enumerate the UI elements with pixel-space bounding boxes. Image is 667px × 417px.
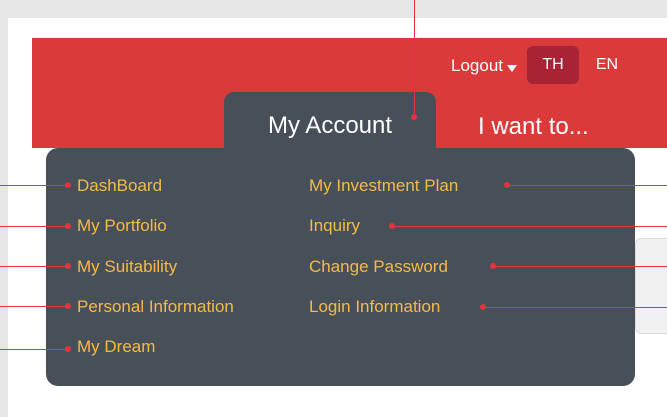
menu-item-personal-information[interactable]: Personal Information bbox=[77, 297, 234, 317]
menu-item-my-dream[interactable]: My Dream bbox=[77, 337, 155, 357]
annotation-line-personal-information bbox=[0, 306, 68, 307]
tab-my-account[interactable]: My Account bbox=[224, 92, 436, 156]
annotation-line-my-account bbox=[414, 0, 415, 117]
annotation-line-my-portfolio bbox=[0, 226, 68, 227]
menu-item-change-password[interactable]: Change Password bbox=[309, 257, 448, 277]
annotation-line-my-suitability bbox=[0, 266, 68, 267]
annotation-dot-personal-information bbox=[65, 303, 71, 309]
annotation-dot-my-account bbox=[411, 114, 417, 120]
background-content-box bbox=[635, 238, 667, 334]
menu-item-dashboard[interactable]: DashBoard bbox=[77, 176, 162, 196]
annotation-dot-my-suitability bbox=[65, 263, 71, 269]
menu-item-my-portfolio[interactable]: My Portfolio bbox=[77, 216, 167, 236]
annotation-dot-my-portfolio bbox=[65, 223, 71, 229]
logout-button[interactable]: Logout bbox=[451, 56, 517, 76]
tab-my-account-label: My Account bbox=[267, 112, 393, 139]
annotation-line-change-password bbox=[493, 266, 667, 267]
annotation-line-dashboard bbox=[0, 185, 68, 186]
annotation-line-inquiry bbox=[392, 226, 667, 227]
annotation-line-login-information bbox=[483, 307, 667, 308]
annotation-line-my-investment-plan bbox=[507, 185, 667, 186]
annotation-dot-my-dream bbox=[65, 346, 71, 352]
language-th-button[interactable]: TH bbox=[527, 46, 579, 84]
annotation-line-my-dream bbox=[0, 349, 68, 350]
logout-label: Logout bbox=[451, 56, 503, 75]
menu-item-login-information[interactable]: Login Information bbox=[309, 297, 440, 317]
menu-item-my-suitability[interactable]: My Suitability bbox=[77, 257, 177, 277]
menu-item-inquiry[interactable]: Inquiry bbox=[309, 216, 360, 236]
tab-i-want-to[interactable]: I want to... bbox=[478, 113, 589, 141]
annotation-dot-dashboard bbox=[65, 182, 71, 188]
language-en-button[interactable]: EN bbox=[586, 46, 628, 84]
menu-item-my-investment-plan[interactable]: My Investment Plan bbox=[309, 176, 458, 196]
chevron-down-icon bbox=[507, 64, 517, 72]
